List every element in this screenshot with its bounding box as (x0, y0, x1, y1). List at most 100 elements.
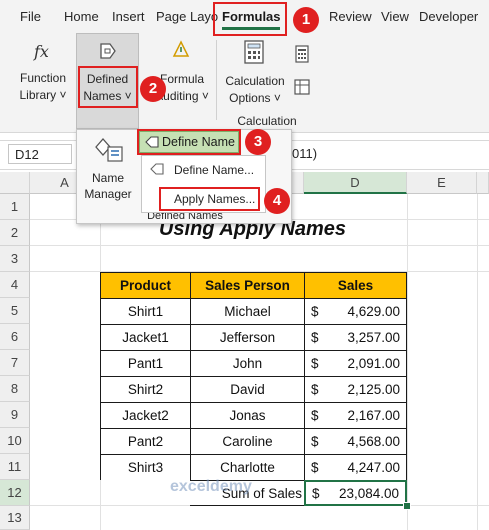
product-cell[interactable]: Shirt2 (100, 376, 190, 402)
sales-amount: 2,091.00 (347, 356, 400, 371)
row-header-12[interactable]: 12 (0, 480, 30, 506)
sales-person-cell[interactable]: John (190, 350, 304, 376)
name-manager-label-1: Name (91, 171, 124, 185)
sales-amount: 2,167.00 (347, 408, 400, 423)
sales-cell[interactable]: $4,568.00 (304, 428, 407, 454)
sales-amount: 4,247.00 (347, 460, 400, 475)
name-box[interactable]: D12 (8, 144, 72, 164)
currency-symbol: $ (311, 356, 319, 371)
formula-text[interactable]: 011) (292, 146, 317, 161)
sales-person-cell[interactable]: Jefferson (190, 324, 304, 350)
currency-symbol: $ (311, 330, 319, 345)
step-badge-3: 3 (245, 129, 271, 155)
column-header-f[interactable] (477, 172, 489, 194)
tab-page-layout[interactable]: Page Layo (156, 9, 218, 24)
currency-symbol: $ (312, 486, 320, 501)
calculate-now-icon[interactable] (295, 45, 309, 68)
sales-amount: 4,568.00 (347, 434, 400, 449)
product-cell[interactable]: Shirt3 (100, 454, 190, 480)
tab-home[interactable]: Home (64, 9, 99, 24)
defined-names-icon (98, 42, 118, 65)
row-header-3[interactable]: 3 (0, 246, 30, 272)
sales-cell[interactable]: $2,125.00 (304, 376, 407, 402)
total-sales-cell[interactable]: $23,084.00 (304, 480, 407, 506)
annotation-box-defined-names (78, 66, 138, 108)
row-header-4[interactable]: 4 (0, 272, 30, 298)
annotation-box-apply-names (159, 187, 260, 211)
calculate-sheet-icon[interactable] (294, 79, 310, 100)
column-header-e[interactable]: E (407, 172, 477, 194)
product-cell[interactable]: Shirt1 (100, 298, 190, 324)
menu-item-define-name[interactable]: Define Name... (174, 163, 254, 177)
formula-auditing-button[interactable]: Formula Auditing ˅ (150, 36, 214, 116)
name-manager-icon (94, 135, 124, 168)
sales-cell[interactable]: $4,247.00 (304, 454, 407, 480)
annotation-box-define-name (137, 129, 241, 155)
annotation-box-formulas-tab (213, 2, 287, 36)
name-manager-button[interactable]: Name Manager (78, 131, 138, 209)
function-library-label-2: Library ˅ (19, 88, 67, 102)
tab-review[interactable]: Review (329, 9, 372, 24)
row-header-6[interactable]: 6 (0, 324, 30, 350)
sales-person-cell[interactable]: Jonas (190, 402, 304, 428)
row-header-13[interactable]: 13 (0, 506, 30, 530)
row-header-7[interactable]: 7 (0, 350, 30, 376)
calculation-options-button[interactable]: Calculation Options ˅ (220, 36, 290, 116)
sales-person-cell[interactable]: Charlotte (190, 454, 304, 480)
tag-icon (150, 162, 164, 179)
currency-symbol: $ (311, 460, 319, 475)
currency-symbol: $ (311, 408, 319, 423)
row-header-5[interactable]: 5 (0, 298, 30, 324)
product-cell[interactable]: Pant1 (100, 350, 190, 376)
sales-cell[interactable]: $3,257.00 (304, 324, 407, 350)
calculation-group-label: Calculation (237, 114, 297, 128)
sales-amount: 3,257.00 (347, 330, 400, 345)
sales-amount: 2,125.00 (347, 382, 400, 397)
row-header-1[interactable]: 1 (0, 194, 30, 220)
currency-symbol: $ (311, 382, 319, 397)
sales-cell[interactable]: $2,167.00 (304, 402, 407, 428)
sales-person-cell[interactable]: David (190, 376, 304, 402)
function-library-label-1: Function (19, 71, 67, 85)
total-sales-amount: 23,084.00 (338, 486, 399, 501)
function-library-button[interactable]: fx Function Library ˅ (14, 36, 72, 116)
tab-file[interactable]: File (20, 9, 41, 24)
fill-handle[interactable] (403, 502, 411, 510)
currency-symbol: $ (311, 434, 319, 449)
product-cell[interactable]: Jacket1 (100, 324, 190, 350)
tab-developer[interactable]: Developer (419, 9, 478, 24)
sales-person-cell[interactable]: Caroline (190, 428, 304, 454)
sales-person-cell[interactable]: Michael (190, 298, 304, 324)
row-header-9[interactable]: 9 (0, 402, 30, 428)
select-all-corner[interactable] (0, 172, 30, 194)
table-header-product[interactable]: Product (100, 272, 190, 298)
row-header-10[interactable]: 10 (0, 428, 30, 454)
watermark-logo: exceldemy (170, 478, 252, 495)
row-header-11[interactable]: 11 (0, 454, 30, 480)
row-header-8[interactable]: 8 (0, 376, 30, 402)
table-header-sales-person[interactable]: Sales Person (190, 272, 304, 298)
gridline (30, 245, 489, 246)
calculation-options-label-2: Options ˅ (229, 91, 281, 105)
gridline (477, 194, 478, 530)
ribbon-group-separator (216, 40, 217, 120)
column-header-d[interactable]: D (304, 172, 407, 194)
step-badge-1: 1 (293, 7, 319, 33)
tab-insert[interactable]: Insert (112, 9, 145, 24)
calculation-options-label-1: Calculation (225, 74, 285, 88)
sales-cell[interactable]: $2,091.00 (304, 350, 407, 376)
tab-view[interactable]: View (381, 9, 409, 24)
product-cell[interactable]: Pant2 (100, 428, 190, 454)
name-manager-label-2: Manager (84, 187, 132, 201)
step-badge-2: 2 (140, 76, 166, 102)
sales-cell[interactable]: $4,629.00 (304, 298, 407, 324)
sales-amount: 4,629.00 (347, 304, 400, 319)
function-icon: fx (34, 42, 49, 61)
step-badge-4: 4 (264, 188, 290, 214)
product-cell[interactable]: Jacket2 (100, 402, 190, 428)
currency-symbol: $ (311, 304, 319, 319)
calculator-icon (244, 40, 264, 69)
row-header-2[interactable]: 2 (0, 220, 30, 246)
table-header-sales[interactable]: Sales (304, 272, 407, 298)
formula-auditing-icon (172, 40, 190, 65)
